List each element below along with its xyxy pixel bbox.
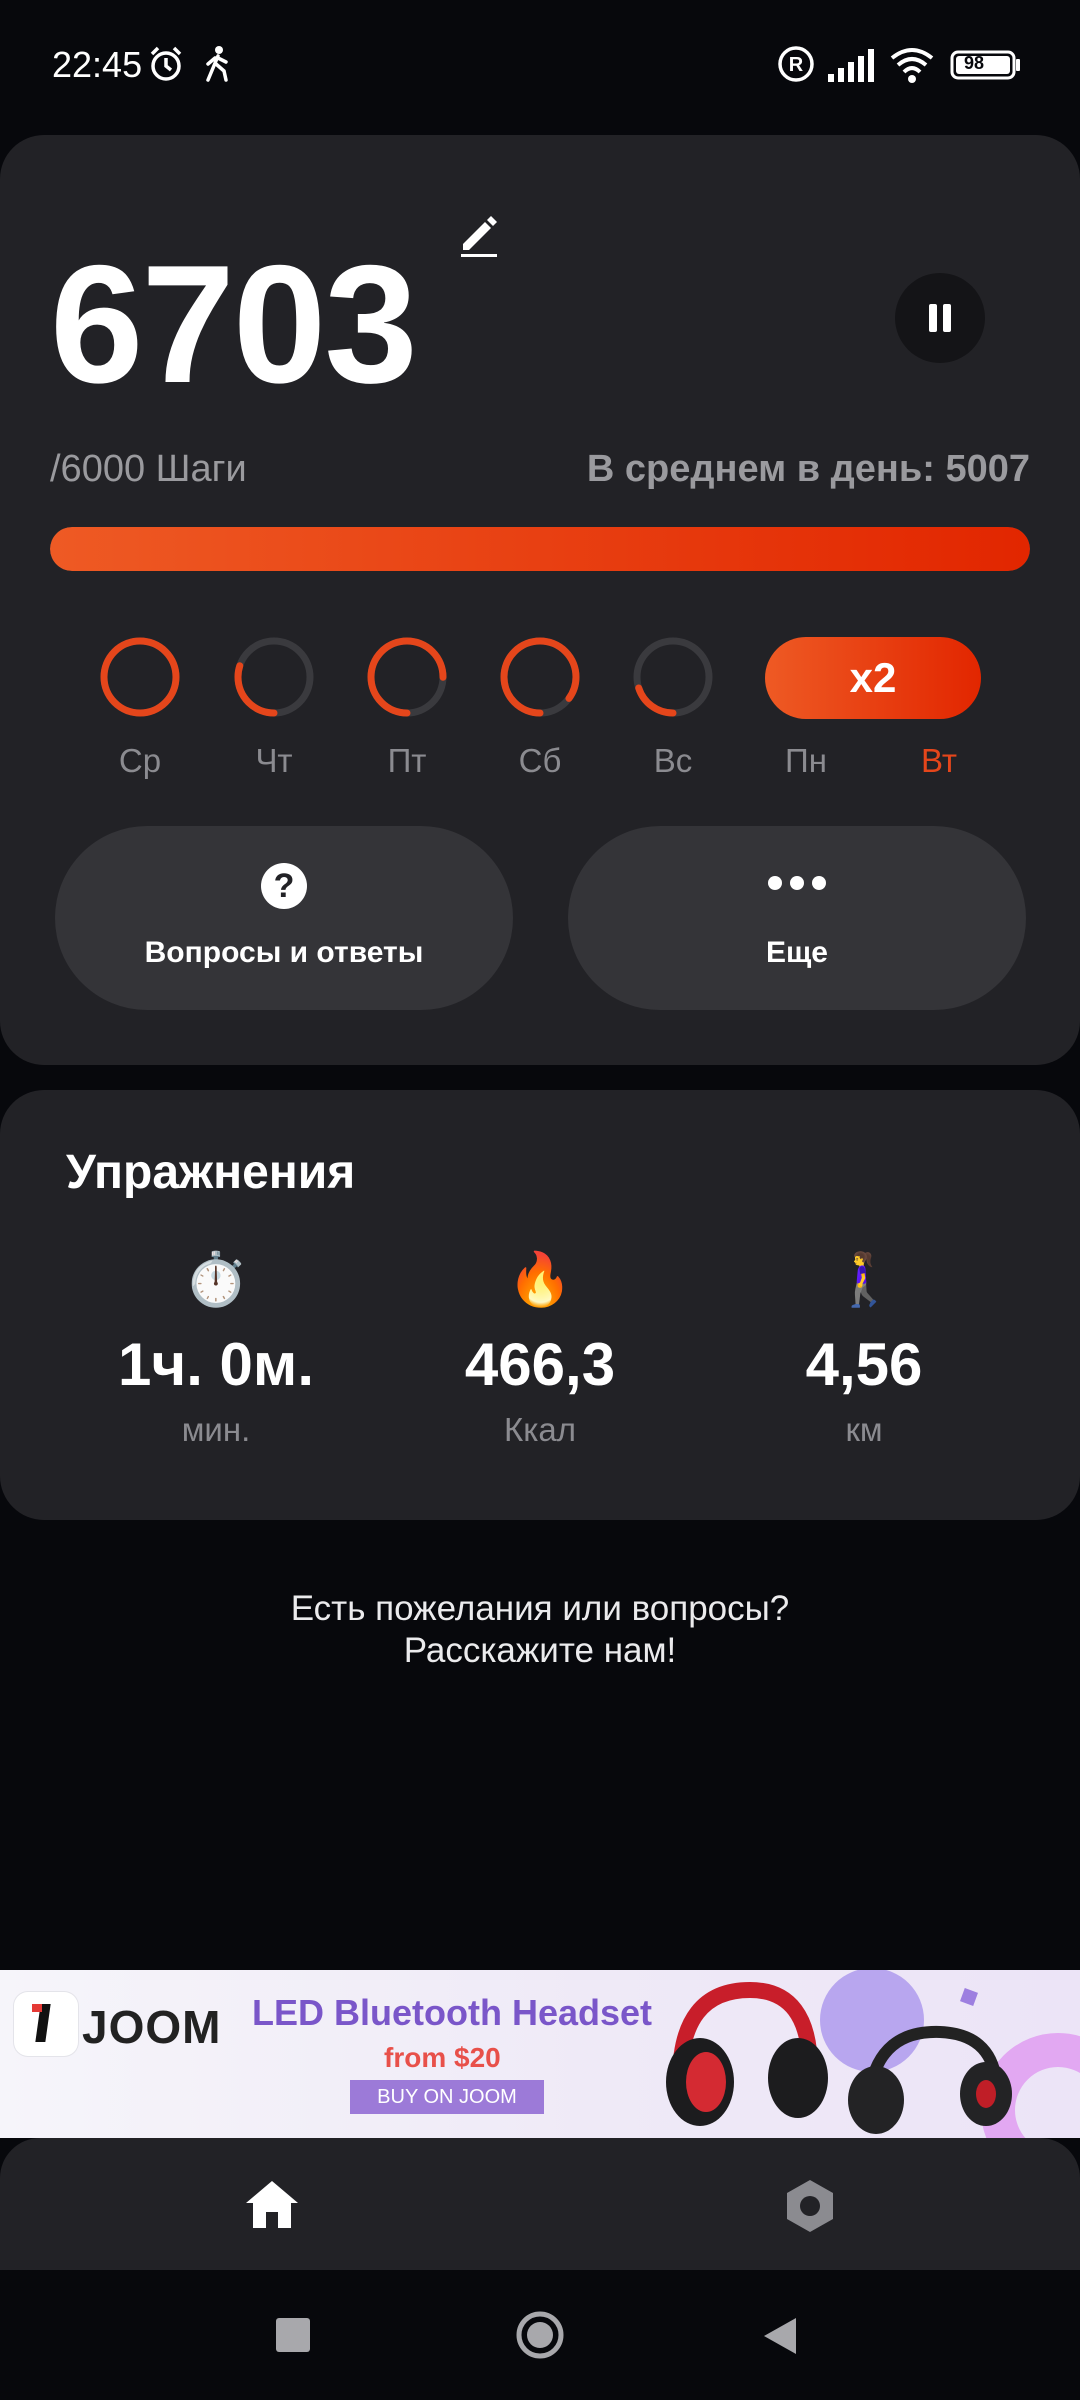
bottom-nav <box>0 2138 1080 2270</box>
faq-button[interactable]: ? Вопросы и ответы <box>55 826 513 1010</box>
feedback-line-1: Есть пожелания или вопросы? <box>290 1589 790 1628</box>
fire-icon: 🔥 <box>507 1251 573 1309</box>
recents-icon[interactable] <box>276 2318 310 2352</box>
system-navigation-bar <box>0 2270 1080 2400</box>
battery-icon <box>950 44 1022 89</box>
status-time: 22:45 <box>52 44 143 85</box>
ad-price: from $20 <box>384 2042 501 2073</box>
walking-woman-icon: 🚶‍♀️ <box>831 1251 897 1309</box>
ad-brand: JOOM <box>82 2001 222 2053</box>
back-icon[interactable] <box>762 2316 798 2361</box>
battery-level: 98 <box>964 53 985 73</box>
stopwatch-icon: ⏱️ <box>183 1251 249 1309</box>
stat-calories: 🔥 466,3 Ккал <box>370 1250 710 1449</box>
duration-value: 1ч. 0м. <box>118 1331 314 1398</box>
walking-icon <box>200 44 236 89</box>
calories-value: 466,3 <box>464 1331 616 1398</box>
duration-unit: мин. <box>181 1411 251 1448</box>
day-label-thu: Чт <box>255 742 293 779</box>
stat-duration: ⏱️ 1ч. 0м. мин. <box>46 1250 386 1449</box>
feedback-line-2: Расскажите нам! <box>403 1631 677 1670</box>
ad-cta-button[interactable]: BUY ON JOOM <box>350 2080 544 2114</box>
pause-button[interactable] <box>895 273 985 363</box>
steps-progress-fill <box>50 527 1030 571</box>
signal-icon <box>826 44 878 89</box>
home-circle-icon[interactable] <box>515 2310 565 2365</box>
daily-average: В среднем в день: 5007 <box>586 448 1030 490</box>
day-label-mon: Пн <box>785 742 827 779</box>
question-icon: ? <box>261 863 307 909</box>
wifi-icon <box>888 44 936 89</box>
feedback-link[interactable]: Есть пожелания или вопросы? Расскажите н… <box>0 1588 1080 1672</box>
stat-distance: 🚶‍♀️ 4,56 км <box>694 1250 1034 1449</box>
day-label-sun: Вс <box>653 742 693 779</box>
headphones-image <box>666 1970 1080 2138</box>
day-label-fri: Пт <box>387 742 427 779</box>
steps-progress-bar <box>50 527 1030 571</box>
ad-headline: LED Bluetooth Headset <box>252 1992 653 2033</box>
joom-logo-icon <box>14 1992 78 2056</box>
edit-icon[interactable] <box>455 210 503 258</box>
day-ring-sat[interactable] <box>498 635 582 719</box>
faq-label: Вопросы и ответы <box>144 936 424 969</box>
more-dots-icon <box>768 876 826 890</box>
registered-icon: R <box>776 44 816 89</box>
day-ring-thu[interactable] <box>232 635 316 719</box>
more-label: Еще <box>765 936 828 969</box>
day-ring-fri[interactable] <box>365 635 449 719</box>
day-label-tue: Вт <box>920 742 958 779</box>
home-icon[interactable] <box>244 2178 300 2235</box>
exercise-title: Упражнения <box>66 1146 356 1199</box>
day-ring-wed[interactable] <box>98 635 182 719</box>
more-button[interactable]: Еще <box>568 826 1026 1010</box>
day-ring-sun[interactable] <box>631 635 715 719</box>
steps-goal: /6000 Шаги <box>50 448 247 490</box>
steps-count: 6703 <box>50 230 418 418</box>
day-label-wed: Ср <box>118 742 162 779</box>
ad-banner[interactable]: JOOM LED Bluetooth Headset from $20 BUY … <box>0 1970 1080 2138</box>
day-label-sat: Сб <box>518 742 562 779</box>
settings-icon[interactable] <box>782 2178 838 2239</box>
svg-text:R: R <box>789 54 804 76</box>
distance-unit: км <box>845 1411 883 1448</box>
alarm-icon <box>146 44 186 89</box>
status-bar: 22:45 R 98 <box>0 0 1080 130</box>
distance-value: 4,56 <box>805 1331 923 1398</box>
calories-unit: Ккал <box>504 1411 576 1448</box>
double-reward-badge[interactable]: x2 <box>765 637 981 719</box>
